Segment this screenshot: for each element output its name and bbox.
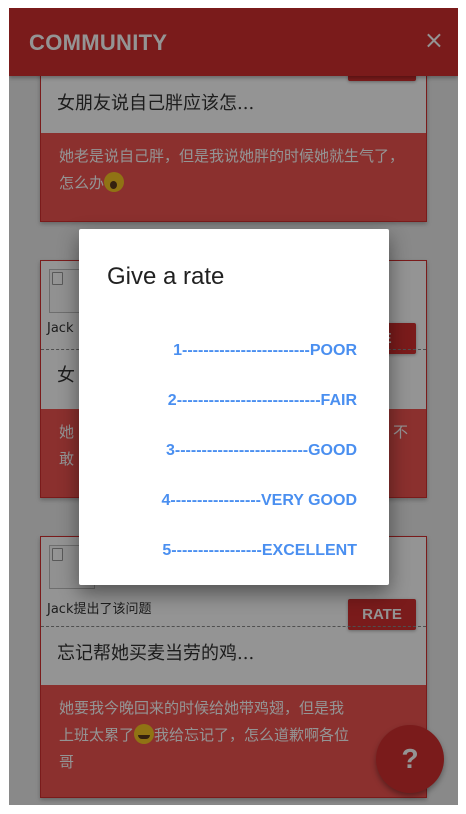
rate-dialog: Give a rate 1------------------------POO…	[79, 229, 389, 585]
rate-option-poor[interactable]: 1------------------------POOR	[173, 342, 357, 360]
rate-option-very-good[interactable]: 4-----------------VERY GOOD	[162, 492, 358, 510]
app-frame: COMMUNITY × RATE 女朋友说自己胖应该怎... 她老是说自己胖，但…	[9, 8, 458, 805]
dialog-title: Give a rate	[107, 263, 225, 290]
rate-option-fair[interactable]: 2---------------------------FAIR	[168, 392, 357, 410]
rate-option-excellent[interactable]: 5-----------------EXCELLENT	[162, 542, 357, 560]
rate-option-good[interactable]: 3-------------------------GOOD	[166, 442, 357, 460]
